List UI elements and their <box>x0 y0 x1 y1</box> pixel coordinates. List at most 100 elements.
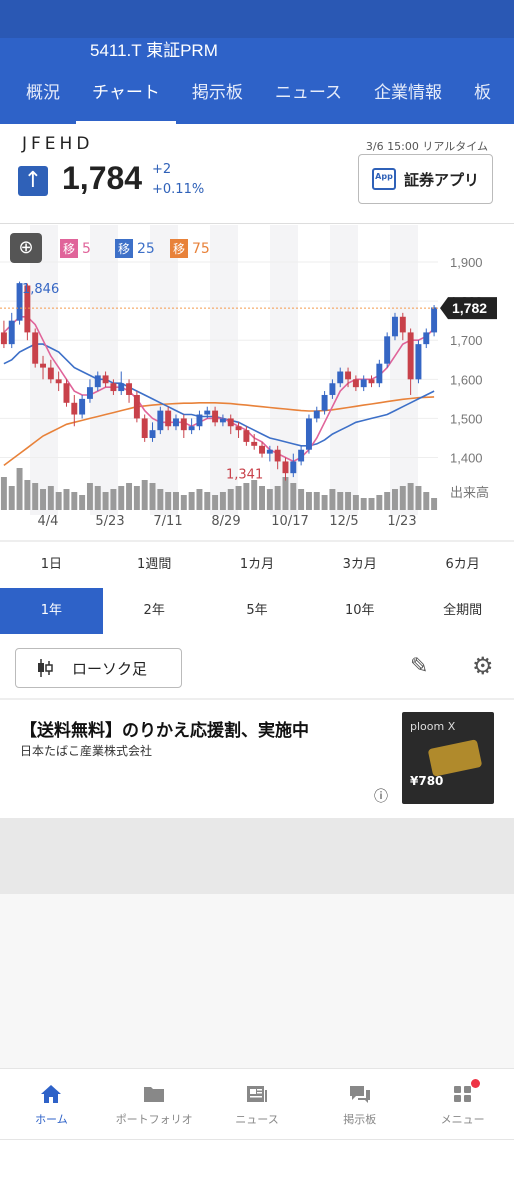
volume-bar <box>173 492 179 510</box>
volume-bar <box>259 486 265 510</box>
notification-dot <box>471 1079 481 1088</box>
x-tick-label: 1/23 <box>387 514 416 529</box>
candle-body <box>329 383 336 395</box>
candle-body <box>360 379 367 388</box>
ad-advertiser: 日本たばこ産業株式会社 <box>20 744 153 758</box>
app-header: 5411.T 東証PRM 概況 チャート 掲示板 ニュース 企業情報 板 <box>0 0 514 124</box>
candle-body <box>126 383 133 395</box>
chart-stripe <box>150 225 178 515</box>
stock-price: 1,784 <box>62 160 143 196</box>
volume-bar <box>219 492 226 510</box>
candle-body <box>141 418 148 438</box>
price-change-pct: +0.11% <box>152 182 205 197</box>
quote-panel: JFEHD ↑ 1,784 +2 +0.11% 3/6 15:00 リアルタイム… <box>0 124 514 224</box>
ma-legend-short: 移 5 <box>60 239 91 258</box>
candle-body <box>266 449 273 454</box>
volume-bar <box>392 489 398 510</box>
volume-bar <box>305 492 312 510</box>
candle-body <box>243 430 250 442</box>
x-tick-label: 5/23 <box>95 514 124 529</box>
period-1m[interactable]: 1カ月 <box>206 542 309 588</box>
ad-title[interactable]: 【送料無料】のりかえ応援割、実施中 <box>20 716 309 741</box>
y-tick-label: 1,500 <box>450 411 483 426</box>
volume-bar <box>149 483 156 510</box>
period-10y[interactable]: 10年 <box>308 588 411 634</box>
volume-bar <box>407 483 414 510</box>
volume-bar <box>384 492 391 510</box>
volume-bar <box>16 468 23 510</box>
home-icon <box>41 1085 62 1103</box>
volume-bar <box>24 480 31 510</box>
chat-icon <box>349 1086 370 1103</box>
volume-bar <box>298 489 305 510</box>
volume-bar <box>196 489 203 510</box>
volume-bar <box>345 492 352 510</box>
volume-bar <box>204 492 211 510</box>
tab-board[interactable]: 掲示板 <box>176 78 259 124</box>
nav-menu[interactable]: メニュー <box>411 1069 514 1139</box>
ad-image-brand: ploom X <box>410 720 456 733</box>
nav-board[interactable]: 掲示板 <box>308 1069 411 1139</box>
tab-bar: 概況 チャート 掲示板 ニュース 企業情報 板 <box>0 78 514 124</box>
period-2y[interactable]: 2年 <box>103 588 206 634</box>
zoom-icon[interactable]: ⊕ <box>10 233 42 263</box>
period-all[interactable]: 全期間 <box>411 588 514 634</box>
chart-controls: ローソク足 ✎ ⚙ <box>0 638 514 698</box>
tab-orderbook[interactable]: 板 <box>458 78 507 124</box>
candle-body <box>407 332 414 380</box>
nav-home[interactable]: ホーム <box>0 1069 103 1139</box>
chart-area[interactable]: 1,9001,8001,7001,6001,5001,400出来高1,7821,… <box>0 225 514 540</box>
candle-body <box>118 383 125 392</box>
tab-company[interactable]: 企業情報 <box>358 78 458 124</box>
volume-bar <box>274 486 281 510</box>
ad-banner[interactable]: 【送料無料】のりかえ応援割、実施中 日本たばこ産業株式会社 ploom X ¥7… <box>0 700 514 818</box>
period-3m[interactable]: 3カ月 <box>308 542 411 588</box>
candle-body <box>337 371 344 384</box>
ad-info-icon[interactable]: ⓘ <box>374 786 388 806</box>
tab-chart[interactable]: チャート <box>76 78 176 124</box>
volume-bar <box>235 486 242 510</box>
pencil-icon[interactable]: ✎ <box>410 654 428 679</box>
volume-bar <box>157 489 164 510</box>
nav-portfolio[interactable]: ポートフォリオ <box>103 1069 206 1139</box>
ma-badge: 移 <box>115 239 134 258</box>
period-5y[interactable]: 5年 <box>206 588 309 634</box>
gear-icon[interactable]: ⚙ <box>472 652 494 680</box>
volume-bar <box>188 492 195 510</box>
volume-bar <box>329 489 336 510</box>
gray-band <box>0 818 514 894</box>
ma-mid-value: 25 <box>137 240 155 257</box>
low-label: 1,341 <box>226 468 263 483</box>
period-1d[interactable]: 1日 <box>0 542 103 588</box>
candle-body <box>423 332 430 345</box>
tab-news[interactable]: ニュース <box>259 78 358 124</box>
volume-bar <box>126 483 133 510</box>
candle-body <box>8 320 15 345</box>
tab-overview[interactable]: 概況 <box>0 78 76 124</box>
candle-body <box>392 316 398 337</box>
volume-bar <box>63 489 70 510</box>
volume-bar <box>118 486 125 510</box>
candle-body <box>47 367 54 380</box>
volume-bar <box>55 492 62 510</box>
candle-body <box>274 449 281 462</box>
ad-image[interactable]: ploom X ¥780 <box>402 712 494 804</box>
y-tick-label: 1,400 <box>450 451 483 466</box>
volume-bar <box>40 489 46 510</box>
volume-bar <box>86 483 93 510</box>
ma-legend-mid: 移 25 <box>115 239 155 258</box>
app-icon: App <box>371 168 396 190</box>
candle-body <box>352 379 359 388</box>
period-6m[interactable]: 6カ月 <box>411 542 514 588</box>
securities-app-button[interactable]: App 証券アプリ <box>358 154 493 204</box>
candlestick-chart: 1,9001,8001,7001,6001,5001,400出来高1,7821,… <box>0 225 497 529</box>
volume-bar <box>133 486 140 510</box>
x-tick-label: 4/4 <box>38 514 59 529</box>
period-1y[interactable]: 1年 <box>0 588 103 634</box>
period-1w[interactable]: 1週間 <box>103 542 206 588</box>
candle-body <box>40 363 46 368</box>
nav-news[interactable]: ニュース <box>206 1069 309 1139</box>
chart-type-button[interactable]: ローソク足 <box>15 648 182 688</box>
candle-body <box>219 418 226 423</box>
volume-bar <box>102 492 109 510</box>
